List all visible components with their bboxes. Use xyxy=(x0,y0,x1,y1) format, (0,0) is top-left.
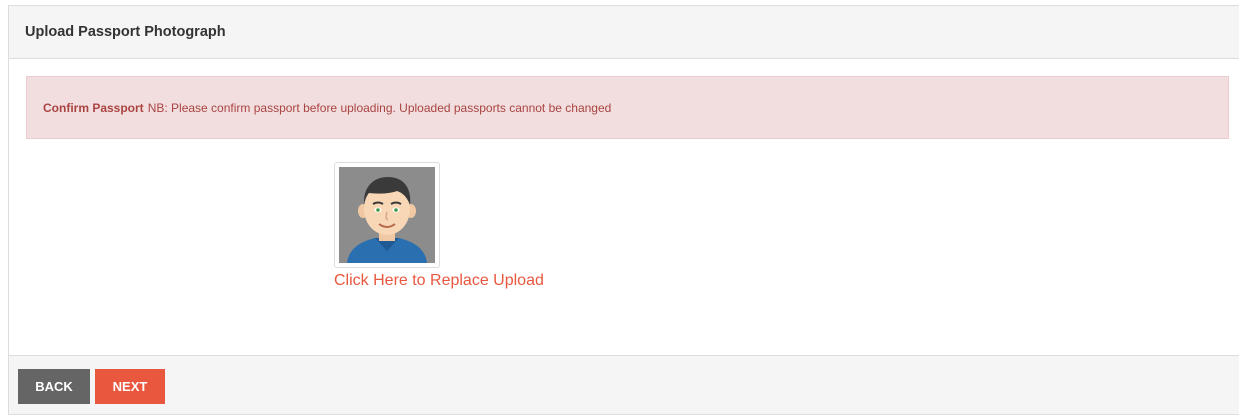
passport-thumbnail[interactable] xyxy=(334,162,440,268)
panel-footer: BACK NEXT xyxy=(9,355,1239,414)
upload-passport-panel: Upload Passport Photograph Confirm Passp… xyxy=(8,5,1239,415)
panel-title: Upload Passport Photograph xyxy=(25,24,226,40)
passport-photo-area: Click Here to Replace Upload xyxy=(334,162,544,290)
avatar-icon xyxy=(339,167,435,263)
alert-message: NB: Please confirm passport before uploa… xyxy=(147,100,612,115)
next-button[interactable]: NEXT xyxy=(95,369,165,404)
confirm-passport-alert: Confirm Passport NB: Please confirm pass… xyxy=(26,76,1229,139)
back-button[interactable]: BACK xyxy=(18,369,90,404)
alert-heading: Confirm Passport xyxy=(43,100,144,115)
replace-upload-link[interactable]: Click Here to Replace Upload xyxy=(334,272,544,290)
panel-heading: Upload Passport Photograph xyxy=(9,6,1239,59)
